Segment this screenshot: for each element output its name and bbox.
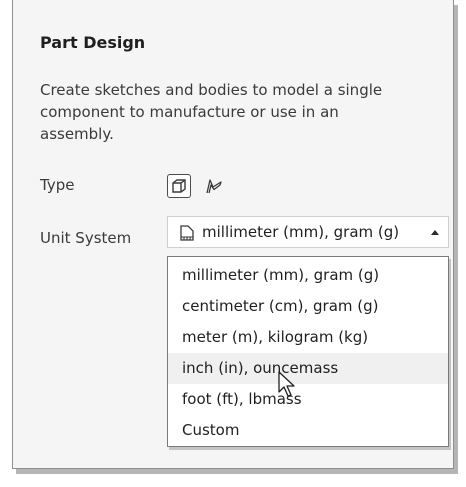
- sheet-metal-icon: [206, 179, 222, 194]
- caret-up-icon: [431, 230, 439, 235]
- panel-title: Part Design: [40, 33, 146, 52]
- unit-system-select[interactable]: millimeter (mm), gram (g): [167, 216, 449, 248]
- option-inch[interactable]: inch (in), ouncemass: [168, 353, 448, 384]
- type-label: Type: [40, 176, 75, 194]
- option-meter[interactable]: meter (m), kilogram (kg): [168, 322, 448, 353]
- panel-description: Create sketches and bodies to model a si…: [40, 81, 383, 143]
- option-centimeter[interactable]: centimeter (cm), gram (g): [168, 291, 448, 322]
- unit-system-label: Unit System: [40, 229, 132, 247]
- mouse-pointer-icon: [278, 371, 295, 397]
- option-custom[interactable]: Custom: [168, 415, 448, 446]
- option-foot[interactable]: foot (ft), lbmass: [168, 384, 448, 415]
- ruler-icon: [180, 225, 194, 241]
- unit-system-selected-value: millimeter (mm), gram (g): [202, 223, 400, 241]
- solid-type-button[interactable]: [167, 174, 191, 198]
- solid-body-icon: [172, 179, 186, 193]
- sheet-metal-type-button[interactable]: [203, 176, 227, 196]
- unit-system-dropdown: millimeter (mm), gram (g) centimeter (cm…: [167, 256, 449, 447]
- option-millimeter[interactable]: millimeter (mm), gram (g): [168, 260, 448, 291]
